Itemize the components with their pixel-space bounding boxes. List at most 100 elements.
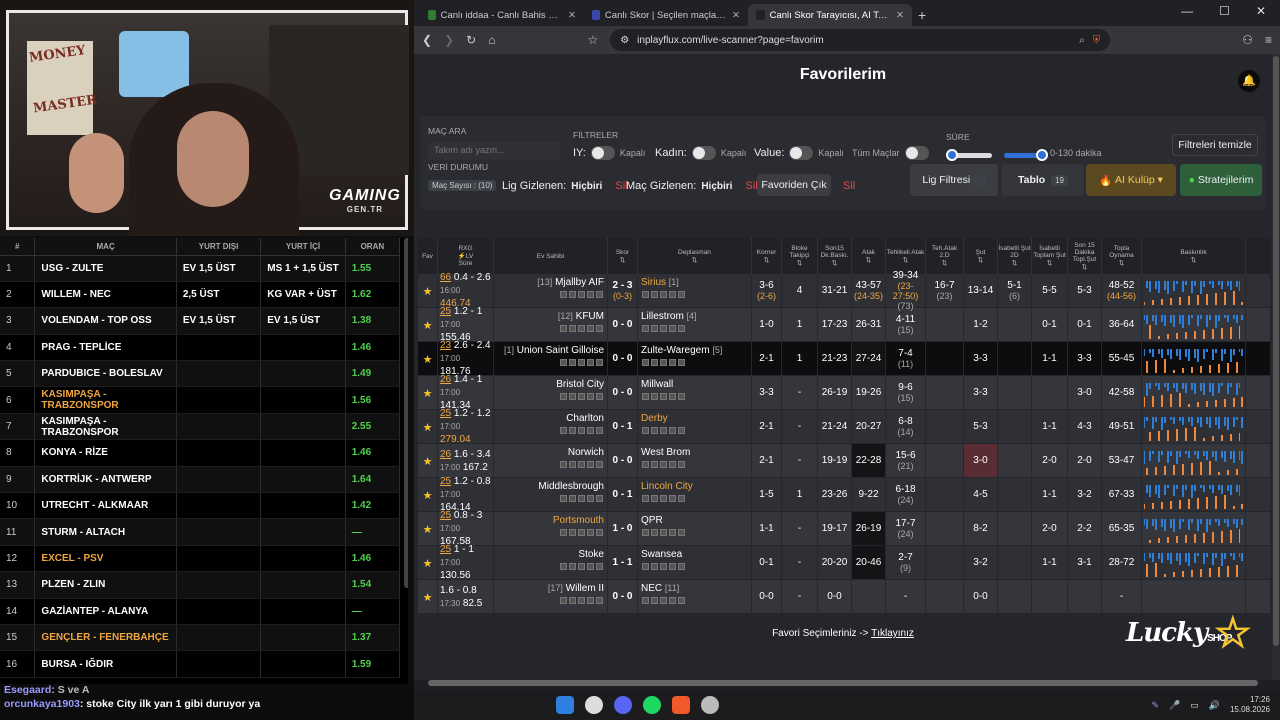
forward-icon[interactable]: ❯	[444, 33, 454, 47]
column-header[interactable]: Topla Oynama ⇅	[1102, 238, 1142, 274]
away-team[interactable]: QPR	[641, 515, 663, 526]
column-header[interactable]: Deplasman ⇅	[638, 238, 752, 274]
remove-favorite-button[interactable]: Favoriden Çık	[757, 174, 831, 196]
column-header[interactable]: RXG ⚡LV Süre	[438, 238, 494, 274]
slider-knob[interactable]	[946, 149, 958, 161]
match-row[interactable]: ★ 1.6 - 0.8 17:30 82.5 [17] Willem II 0 - 0…	[418, 580, 1270, 614]
match-row[interactable]: ★ 25 1 - 1 17:00 130.56 Stoke 1 - 1 Swansea …	[418, 544, 1270, 581]
click-here-link[interactable]: Tıklayınız	[871, 628, 914, 639]
match-row[interactable]: ★ 26 1.4 - 1 17:00 141.34 Bristol City 0 - …	[418, 374, 1270, 411]
brave-shield-icon[interactable]: ⛨	[1093, 35, 1101, 46]
obs-icon[interactable]	[701, 696, 719, 714]
column-header[interactable]: İsabetli Toplam Şut ⇅	[1032, 238, 1068, 274]
match-row[interactable]: ★ 25 1.2 - 1.2 17:00 279.04 Charlton 0 - 1D…	[418, 408, 1270, 445]
bookmark-icon[interactable]: ☆	[587, 33, 598, 47]
delete-link[interactable]: Sil	[746, 180, 758, 192]
close-icon[interactable]: ✕	[1256, 4, 1266, 18]
star-icon[interactable]: ★	[422, 319, 433, 332]
mic-icon[interactable]: 🎤	[1169, 700, 1180, 711]
away-team[interactable]: Lincoln City	[641, 481, 693, 492]
column-header[interactable]: Şut ⇅	[964, 238, 998, 274]
match-row[interactable]: ★ 26 1.6 - 3.4 17:00 167.2 Norwich 0 - 0 Wes…	[418, 444, 1270, 478]
away-team[interactable]: Sirius	[641, 277, 666, 288]
home-team[interactable]: Bristol City	[556, 379, 604, 390]
match-row[interactable]: ★ 25 1.2 - 1 17:00 155.46 [12] KFUM 0 - 0 Lil…	[418, 306, 1270, 343]
maximize-icon[interactable]: ☐	[1219, 4, 1230, 18]
discord-icon[interactable]	[614, 696, 632, 714]
match-row[interactable]: ★ 25 0.8 - 3 17:00 167.58 Portsmouth 1 - 0Q…	[418, 510, 1270, 547]
network-icon[interactable]: ▭	[1190, 700, 1199, 711]
close-tab-icon[interactable]: ✕	[568, 10, 576, 21]
home-team[interactable]: Stoke	[578, 549, 604, 560]
url-field[interactable]: ⚙ inplayflux.com/live-scanner?page=favor…	[610, 29, 1111, 51]
home-team[interactable]: Mjallby AIF	[555, 277, 604, 288]
close-tab-icon[interactable]: ✕	[896, 10, 904, 21]
match-row[interactable]: ★ 23 2.6 - 2.4 17:00 181.76 [1] Union Saint…	[418, 340, 1270, 377]
site-info-icon[interactable]: ⚙	[620, 35, 629, 46]
pen-icon[interactable]: ✎	[1151, 700, 1159, 711]
search-input[interactable]: Takım adı yazın...	[428, 142, 560, 160]
match-row[interactable]: ★ 25 1.2 - 0.8 17:00 164.14 Middlesbrough 0…	[418, 476, 1270, 513]
home-team[interactable]: Portsmouth	[553, 515, 604, 526]
away-team[interactable]: West Brom	[641, 447, 690, 458]
horizontal-scrollbar[interactable]	[428, 680, 1258, 686]
new-tab-icon[interactable]: +	[918, 7, 926, 23]
ai-club-button[interactable]: 🔥 AI Kulüp ▾	[1086, 164, 1176, 196]
table-button[interactable]: Tablo 19	[1002, 164, 1084, 196]
vertical-scrollbar[interactable]	[1272, 54, 1280, 680]
home-team[interactable]: Union Saint Gilloise	[517, 345, 604, 356]
away-team[interactable]: Zulte-Waregem	[641, 345, 710, 356]
column-header[interactable]: Ev Sahibi	[494, 238, 608, 274]
strategies-button[interactable]: ● Stratejilerim	[1180, 164, 1262, 196]
star-icon[interactable]: ★	[422, 489, 433, 502]
bell-icon[interactable]: 🔔	[1238, 70, 1260, 92]
zoom-icon[interactable]: ⌕	[1079, 35, 1085, 46]
star-icon[interactable]: ★	[422, 591, 433, 604]
star-icon[interactable]: ★	[422, 455, 433, 468]
match-row[interactable]: ★ 66 0.4 - 2.6 16:00 446.74 [13] Mjallby AI…	[418, 270, 1270, 311]
value-toggle[interactable]: Value: Kapalı	[754, 146, 844, 160]
menu-icon[interactable]: ≡	[1265, 33, 1272, 47]
away-team[interactable]: NEC	[641, 583, 662, 594]
star-icon[interactable]: ★	[422, 557, 433, 570]
home-team[interactable]: Willem II	[566, 583, 604, 594]
away-team[interactable]: Lillestrom	[641, 311, 684, 322]
clear-filters-button[interactable]: Filtreleri temizle	[1172, 134, 1258, 156]
column-header[interactable]: Tehlikeli Atak ⇅	[886, 238, 926, 274]
reload-icon[interactable]: ↻	[466, 33, 476, 47]
browser-tab[interactable]: Canlı iddaa - Canlı Bahis Oyna | iddaa ✕	[420, 4, 584, 26]
spotify-icon[interactable]	[643, 696, 661, 714]
column-header[interactable]: Baskınlık ⇅	[1142, 238, 1246, 274]
windows-start-icon[interactable]	[556, 696, 574, 714]
column-header[interactable]: Atak ⇅	[852, 238, 886, 274]
home-icon[interactable]: ⌂	[488, 33, 495, 47]
star-icon[interactable]: ★	[422, 353, 433, 366]
away-team[interactable]: Swansea	[641, 549, 682, 560]
iy-toggle[interactable]: IY: Kapalı	[573, 146, 645, 160]
home-team[interactable]: KFUM	[576, 311, 604, 322]
column-header[interactable]: Son15 Dk.Baskı. ⇅	[818, 238, 852, 274]
column-header[interactable]: Bloke Takipçi ⇅	[782, 238, 818, 274]
slider-knob[interactable]	[1036, 149, 1048, 161]
home-team[interactable]: Charlton	[566, 413, 604, 424]
column-header[interactable]: Korner ⇅	[752, 238, 782, 274]
away-team[interactable]: Derby	[641, 413, 668, 424]
star-icon[interactable]: ★	[422, 285, 433, 298]
column-header[interactable]: Skor ⇅	[608, 238, 638, 274]
brave-icon[interactable]	[672, 696, 690, 714]
close-tab-icon[interactable]: ✕	[732, 10, 740, 21]
column-header[interactable]: Teh.Atak 2.D ⇅	[926, 238, 964, 274]
column-header[interactable]: İsabetli Şut 2D ⇅	[998, 238, 1032, 274]
scrollbar[interactable]	[404, 238, 408, 588]
away-team[interactable]: Millwall	[641, 379, 673, 390]
star-icon[interactable]: ★	[422, 387, 433, 400]
volume-icon[interactable]: 🔊	[1209, 700, 1220, 711]
women-toggle[interactable]: Kadın: Kapalı	[655, 146, 746, 160]
browser-tab[interactable]: Canlı Skor | Seçilen maçlar için canlı ✕	[584, 4, 748, 26]
league-filter-button[interactable]: Lig Filtresi	[910, 164, 998, 196]
column-header[interactable]: Son 15 Dakika Topl.Şut ⇅	[1068, 238, 1102, 274]
column-header[interactable]: Fav	[418, 238, 438, 274]
clock[interactable]: 17:26 15.08.2026	[1230, 695, 1270, 715]
star-icon[interactable]: ★	[422, 523, 433, 536]
delete-link[interactable]: Sil	[843, 180, 855, 192]
